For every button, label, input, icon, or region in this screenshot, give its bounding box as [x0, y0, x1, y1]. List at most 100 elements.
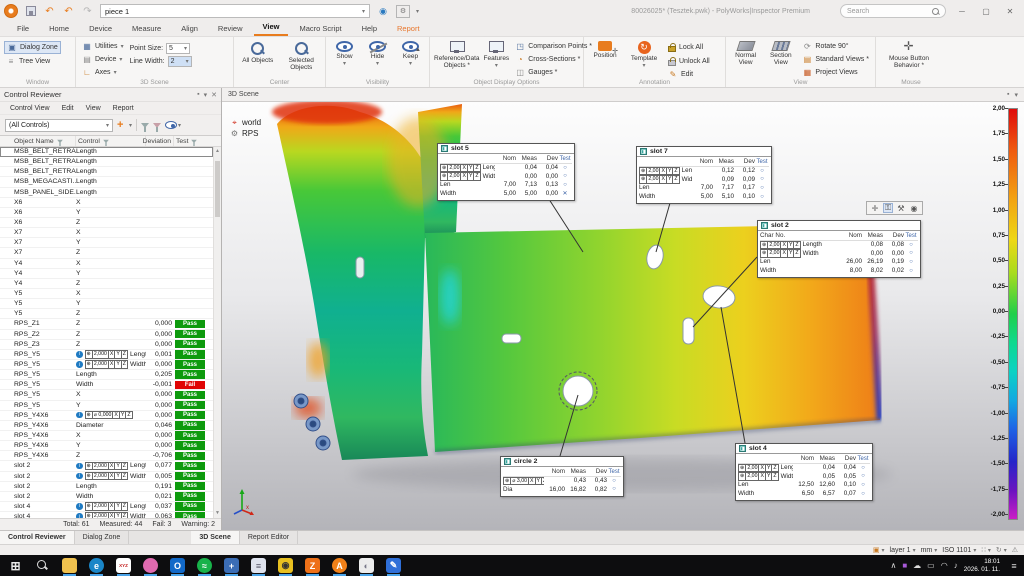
layer-indicator-icon[interactable]: ▣▾ [873, 546, 885, 554]
quick-access-more-button[interactable]: ▾ [416, 8, 419, 15]
table-row[interactable]: Y4Z [0, 279, 213, 289]
ribbon-tab-measure[interactable]: Measure [123, 22, 170, 36]
spotify-icon[interactable]: ≈ [195, 557, 214, 574]
table-scrollbar[interactable]: ▲ ▼ [213, 147, 221, 518]
tolerance-standard-select[interactable]: ISO 1101▾ [942, 547, 976, 554]
gauges-button[interactable]: ◫Gauges * [513, 67, 594, 78]
table-row[interactable]: RPS_Y5i⊕2,000XYZLength0,001Pass [0, 350, 213, 360]
ribbon-tab-macro-script[interactable]: Macro Script [290, 22, 350, 36]
search-button[interactable] [33, 557, 52, 574]
line-width-select[interactable]: 2▾ [168, 56, 192, 67]
taskbar-clock[interactable]: 18:01 2026. 01. 11. [964, 558, 1000, 573]
table-row[interactable]: RPS_Y4X6Y0,000Pass [0, 441, 213, 451]
table-row[interactable]: MSB_BELT_RETRA...Length [0, 157, 213, 167]
table-row[interactable]: Y5Z [0, 309, 213, 319]
alerts-bell-icon[interactable]: ⚠ [1012, 546, 1018, 554]
column-header-test[interactable]: Test [174, 136, 206, 146]
table-row[interactable]: RPS_Y4X6i⊕⌀ 0,000XYZ0,000Pass [0, 411, 213, 421]
table-row[interactable]: X7X [0, 228, 213, 238]
scroll-up-icon[interactable]: ▲ [214, 147, 221, 156]
features-button[interactable]: Features▾ [484, 39, 510, 70]
center-selected-objects-button[interactable]: Selected Objects [282, 39, 322, 72]
device-button[interactable]: ▤Device▾ [80, 54, 126, 65]
tab-report-editor[interactable]: Report Editor [240, 531, 298, 544]
notepad-icon[interactable]: ≡ [249, 557, 268, 574]
edge-browser-icon[interactable]: e [87, 557, 106, 574]
onedrive-icon[interactable]: ☁ [913, 561, 921, 570]
minimize-button[interactable]: ─ [950, 0, 974, 22]
search-input[interactable]: Search [840, 4, 946, 18]
show-button[interactable]: Show▾ [330, 39, 359, 68]
highlight-filter-button[interactable] [153, 123, 161, 128]
viewer-app-icon[interactable]: ◉ [276, 557, 295, 574]
table-row[interactable]: MSB_BELT_RETRA...Length [0, 147, 213, 157]
table-row[interactable]: X6X [0, 198, 213, 208]
table-row[interactable]: RPS_Y5i⊕2,000XYZWidth0,000Pass [0, 360, 213, 370]
table-row[interactable]: RPS_Y5Length0,205Pass [0, 370, 213, 380]
object-info-button[interactable]: ◉ [376, 5, 390, 18]
table-row[interactable]: MSB_BELT_RETRA...Length [0, 167, 213, 177]
colorbar-menu-icon[interactable]: ▾ [1014, 91, 1018, 99]
close-button[interactable]: ✕ [998, 0, 1022, 22]
section-view-button[interactable]: Section View [765, 39, 796, 67]
panel-menu-report[interactable]: Report [113, 105, 134, 112]
undo-history-button[interactable]: ↶ [62, 5, 75, 18]
units-select[interactable]: mm▾ [921, 547, 938, 554]
tree-view-button[interactable]: ≡Tree View [4, 56, 61, 67]
panel-menu-edit[interactable]: Edit [62, 105, 74, 112]
table-row[interactable]: MSB_PANEL_SIDE...Length [0, 188, 213, 198]
table-row[interactable]: RPS_Y4X6X0,000Pass [0, 431, 213, 441]
undo-button[interactable]: ↶ [43, 5, 56, 18]
annotation-position-button[interactable]: Position [588, 39, 622, 59]
snapshot-button[interactable]: ⚙ [396, 5, 410, 18]
network-icon[interactable]: ◠ [941, 561, 948, 570]
table-row[interactable]: slot 4i⊕2,000XYZWidth0,063Pass [0, 512, 213, 518]
unlock-all-button[interactable]: Unlock All [666, 55, 712, 67]
project-views-button[interactable]: ▦Project Views [800, 67, 871, 78]
paint-app-icon[interactable]: ◐ [357, 557, 376, 574]
lock-all-button[interactable]: Lock All [666, 41, 712, 53]
volume-icon[interactable]: ♪ [954, 561, 958, 570]
annotation-visibility-icon[interactable]: ◉ [909, 203, 919, 213]
maximize-button[interactable]: ▢ [974, 0, 998, 22]
column-header-control[interactable]: Control [76, 136, 146, 146]
table-row[interactable]: slot 2i⊕2,000XYZWidth0,005Pass [0, 472, 213, 482]
annotation-lock-icon[interactable]: ⚿ [883, 203, 893, 213]
hide-button[interactable]: Hide▾ [363, 39, 392, 68]
ribbon-tab-help[interactable]: Help [353, 22, 386, 36]
ribbon-tab-home[interactable]: Home [40, 22, 78, 36]
select-in-scene-button[interactable]: ▾ [165, 121, 181, 129]
table-row[interactable]: RPS_Z1Z0,000Pass [0, 319, 213, 329]
table-row[interactable]: X6Y [0, 208, 213, 218]
rps-alignment-label[interactable]: ⚙RPS [230, 129, 261, 138]
annotation-circle-2[interactable]: ◨circle 2NomMeasDevTest⊕⌀ 3,00XYZ0,430,4… [500, 456, 624, 497]
center-all-objects-button[interactable]: All Objects [238, 39, 278, 64]
ribbon-tab-report[interactable]: Report [388, 22, 429, 36]
table-row[interactable]: RPS_Y5Y0,000Pass [0, 401, 213, 411]
table-row[interactable]: Y4Y [0, 269, 213, 279]
panel-close-icon[interactable]: ✕ [211, 91, 217, 99]
add-control-button[interactable]: +▾ [117, 120, 132, 131]
table-row[interactable]: RPS_Y4X6Z-0,706Pass [0, 451, 213, 461]
table-row[interactable]: RPS_Z2Z0,000Pass [0, 330, 213, 340]
table-row[interactable]: RPS_Y5X0,000Pass [0, 390, 213, 400]
layer-select[interactable]: layer 1▾ [890, 547, 916, 554]
start-button[interactable]: ⊞ [6, 557, 25, 574]
tray-app-icon[interactable]: ■ [902, 561, 907, 570]
world-axes-label[interactable]: ⌖world [230, 118, 261, 127]
outlook-icon[interactable]: O [168, 557, 187, 574]
table-row[interactable]: RPS_Y4X6Diameter0,046Pass [0, 421, 213, 431]
table-row[interactable]: Y4X [0, 259, 213, 269]
comparison-points-button[interactable]: ◳Comparison Points * [513, 41, 594, 52]
utilities-button[interactable]: ▦Utilities▾ [80, 41, 126, 52]
scrollbar-thumb[interactable] [215, 161, 220, 217]
table-row[interactable]: slot 2i⊕2,000XYZLength0,077Pass [0, 461, 213, 471]
ribbon-tab-file[interactable]: File [8, 22, 38, 36]
sync-button[interactable]: ↻▾ [996, 546, 1007, 554]
ribbon-tab-device[interactable]: Device [80, 22, 121, 36]
table-row[interactable]: Y5X [0, 289, 213, 299]
point-size-select[interactable]: 5▾ [166, 43, 190, 54]
panel-menu-view[interactable]: View [86, 105, 101, 112]
panel-menu-control-view[interactable]: Control View [10, 105, 50, 112]
keep-button[interactable]: Keep▾ [396, 39, 425, 68]
